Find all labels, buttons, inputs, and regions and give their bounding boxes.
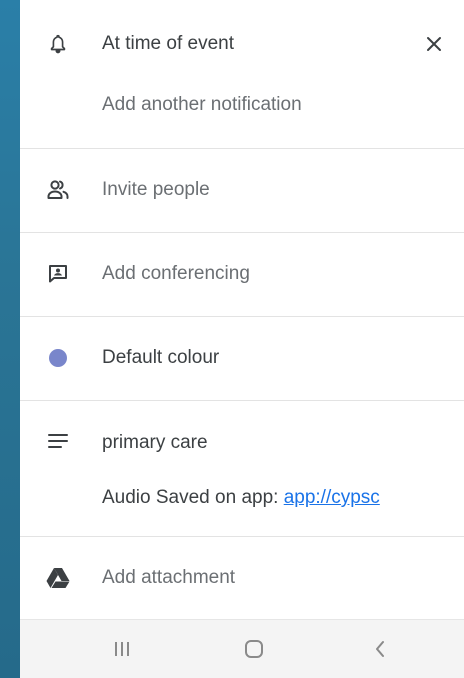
description-line-2[interactable]: Audio Saved on app: app://cypsc — [102, 487, 380, 509]
add-attachment-button[interactable]: Add attachment — [102, 567, 235, 589]
add-conferencing-button[interactable]: Add conferencing — [102, 263, 250, 285]
bell-icon — [46, 32, 70, 56]
navigation-bar — [20, 619, 464, 678]
divider — [20, 536, 464, 537]
back-icon[interactable] — [364, 634, 396, 664]
divider — [20, 232, 464, 233]
add-notification-button[interactable]: Add another notification — [102, 94, 302, 116]
notification-time[interactable]: At time of event — [102, 33, 234, 55]
divider — [20, 400, 464, 401]
conferencing-icon — [46, 262, 70, 286]
people-icon — [46, 178, 70, 202]
colour-selector[interactable]: Default colour — [102, 347, 219, 369]
recents-icon[interactable] — [106, 634, 138, 664]
description-line-1[interactable]: primary care — [102, 432, 208, 454]
notes-lines-icon — [46, 429, 70, 453]
divider — [20, 148, 464, 149]
home-icon[interactable] — [238, 634, 270, 664]
divider — [20, 316, 464, 317]
description-audio-text: Audio Saved on app: — [102, 487, 284, 508]
google-drive-icon — [46, 566, 70, 590]
close-icon[interactable] — [420, 30, 448, 58]
description-link[interactable]: app://cypsc — [284, 487, 380, 508]
invite-people-button[interactable]: Invite people — [102, 179, 210, 201]
color-dot-icon — [46, 346, 70, 370]
event-edit-screen: At time of event Add another notificatio… — [20, 0, 464, 678]
